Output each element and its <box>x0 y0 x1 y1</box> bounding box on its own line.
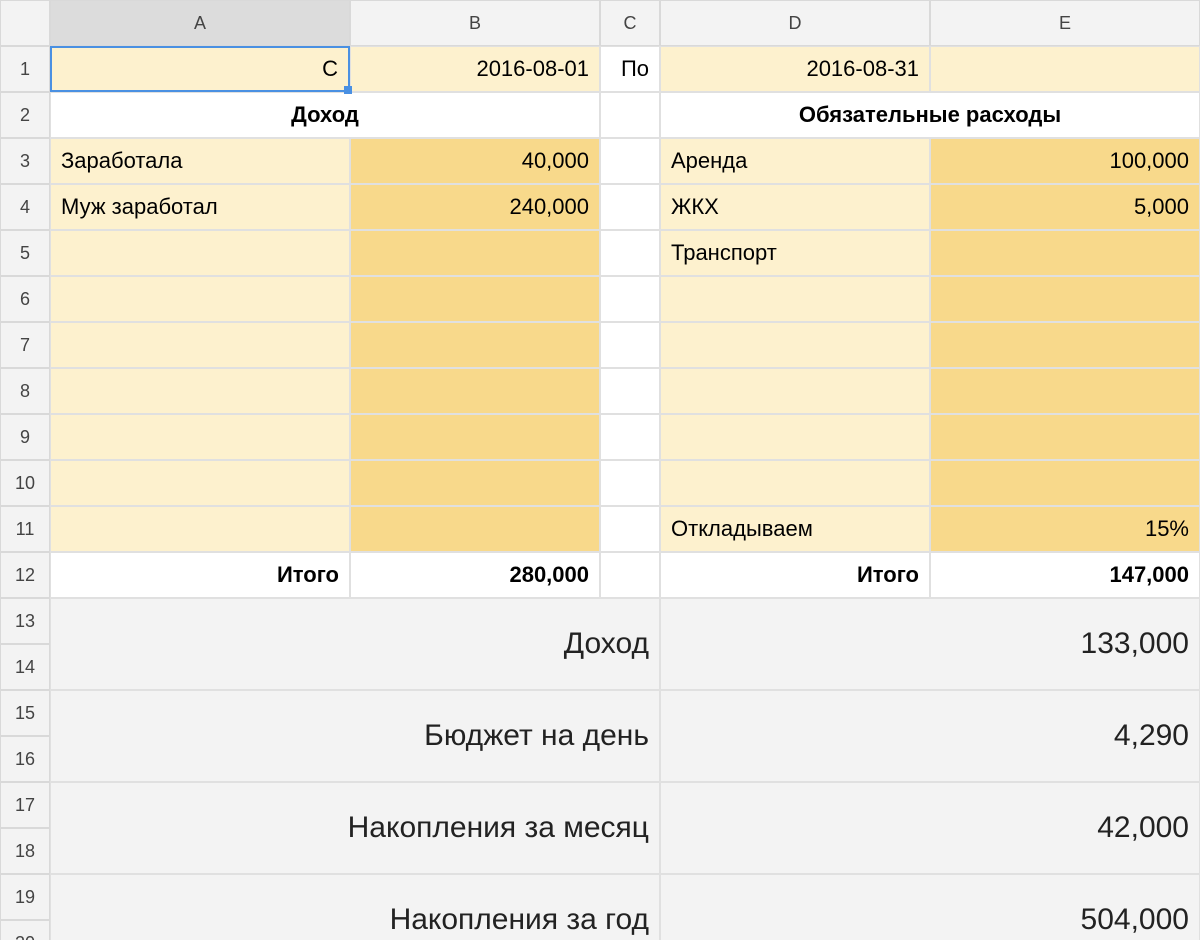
cell-E7[interactable] <box>930 322 1200 368</box>
row-header-1[interactable]: 1 <box>0 46 50 92</box>
cell-A9[interactable] <box>50 414 350 460</box>
expense-total-value[interactable]: 147,000 <box>930 552 1200 598</box>
cell-D6[interactable] <box>660 276 930 322</box>
row-header-12[interactable]: 12 <box>0 552 50 598</box>
cell-A6[interactable] <box>50 276 350 322</box>
cell-C5[interactable] <box>600 230 660 276</box>
col-header-C[interactable]: C <box>600 0 660 46</box>
col-header-E[interactable]: E <box>930 0 1200 46</box>
col-header-A[interactable]: A <box>50 0 350 46</box>
row-header-10[interactable]: 10 <box>0 460 50 506</box>
cell-B8[interactable] <box>350 368 600 414</box>
cell-A1[interactable]: С <box>50 46 350 92</box>
corner-cell[interactable] <box>0 0 50 46</box>
row-header-11[interactable]: 11 <box>0 506 50 552</box>
row-header-17[interactable]: 17 <box>0 782 50 828</box>
row-header-4[interactable]: 4 <box>0 184 50 230</box>
row-header-13[interactable]: 13 <box>0 598 50 644</box>
cell-A11[interactable] <box>50 506 350 552</box>
cell-C7[interactable] <box>600 322 660 368</box>
cell-C3[interactable] <box>600 138 660 184</box>
expense-value-3[interactable] <box>930 230 1200 276</box>
row-header-6[interactable]: 6 <box>0 276 50 322</box>
cell-B1[interactable]: 2016-08-01 <box>350 46 600 92</box>
summary-label-2[interactable]: Бюджет на день <box>50 690 660 782</box>
summary-value-4[interactable]: 504,000 <box>660 874 1200 940</box>
cell-E9[interactable] <box>930 414 1200 460</box>
row-header-5[interactable]: 5 <box>0 230 50 276</box>
row-header-7[interactable]: 7 <box>0 322 50 368</box>
income-label-2[interactable]: Муж заработал <box>50 184 350 230</box>
cell-D9[interactable] <box>660 414 930 460</box>
row-header-18[interactable]: 18 <box>0 828 50 874</box>
cell-A10[interactable] <box>50 460 350 506</box>
expense-value-2[interactable]: 5,000 <box>930 184 1200 230</box>
cell-C1[interactable]: По <box>600 46 660 92</box>
income-value-2[interactable]: 240,000 <box>350 184 600 230</box>
summary-value-2[interactable]: 4,290 <box>660 690 1200 782</box>
col-header-D[interactable]: D <box>660 0 930 46</box>
row-header-9[interactable]: 9 <box>0 414 50 460</box>
expense-savings-label[interactable]: Откладываем <box>660 506 930 552</box>
row-header-20[interactable]: 20 <box>0 920 50 940</box>
cell-D7[interactable] <box>660 322 930 368</box>
cell-A7[interactable] <box>50 322 350 368</box>
summary-value-1[interactable]: 133,000 <box>660 598 1200 690</box>
cell-C2[interactable] <box>600 92 660 138</box>
expense-total-label[interactable]: Итого <box>660 552 930 598</box>
cell-B7[interactable] <box>350 322 600 368</box>
cell-C10[interactable] <box>600 460 660 506</box>
row-header-8[interactable]: 8 <box>0 368 50 414</box>
cell-C11[interactable] <box>600 506 660 552</box>
cell-B11[interactable] <box>350 506 600 552</box>
cell-D1[interactable]: 2016-08-31 <box>660 46 930 92</box>
income-total-value[interactable]: 280,000 <box>350 552 600 598</box>
spreadsheet-grid[interactable]: A B C D E 1 С 2016-08-01 По 2016-08-31 2… <box>0 0 1200 940</box>
income-total-label[interactable]: Итого <box>50 552 350 598</box>
cell-B5[interactable] <box>350 230 600 276</box>
expense-savings-value[interactable]: 15% <box>930 506 1200 552</box>
cell-C12[interactable] <box>600 552 660 598</box>
income-header[interactable]: Доход <box>50 92 600 138</box>
summary-label-1[interactable]: Доход <box>50 598 660 690</box>
cell-B6[interactable] <box>350 276 600 322</box>
row-header-19[interactable]: 19 <box>0 874 50 920</box>
expense-value-1[interactable]: 100,000 <box>930 138 1200 184</box>
col-header-B[interactable]: B <box>350 0 600 46</box>
cell-D10[interactable] <box>660 460 930 506</box>
cell-B9[interactable] <box>350 414 600 460</box>
cell-E6[interactable] <box>930 276 1200 322</box>
cell-B10[interactable] <box>350 460 600 506</box>
expense-label-3[interactable]: Транспорт <box>660 230 930 276</box>
cell-A5[interactable] <box>50 230 350 276</box>
expense-label-2[interactable]: ЖКХ <box>660 184 930 230</box>
cell-D8[interactable] <box>660 368 930 414</box>
cell-C4[interactable] <box>600 184 660 230</box>
cell-C9[interactable] <box>600 414 660 460</box>
row-header-16[interactable]: 16 <box>0 736 50 782</box>
cell-C8[interactable] <box>600 368 660 414</box>
income-value-1[interactable]: 40,000 <box>350 138 600 184</box>
cell-A8[interactable] <box>50 368 350 414</box>
income-label-1[interactable]: Заработала <box>50 138 350 184</box>
row-header-14[interactable]: 14 <box>0 644 50 690</box>
row-header-3[interactable]: 3 <box>0 138 50 184</box>
cell-E10[interactable] <box>930 460 1200 506</box>
expense-label-1[interactable]: Аренда <box>660 138 930 184</box>
cell-E8[interactable] <box>930 368 1200 414</box>
cell-C6[interactable] <box>600 276 660 322</box>
row-header-15[interactable]: 15 <box>0 690 50 736</box>
cell-E1[interactable] <box>930 46 1200 92</box>
summary-label-3[interactable]: Накопления за месяц <box>50 782 660 874</box>
expense-header[interactable]: Обязательные расходы <box>660 92 1200 138</box>
summary-value-3[interactable]: 42,000 <box>660 782 1200 874</box>
summary-label-4[interactable]: Накопления за год <box>50 874 660 940</box>
row-header-2[interactable]: 2 <box>0 92 50 138</box>
